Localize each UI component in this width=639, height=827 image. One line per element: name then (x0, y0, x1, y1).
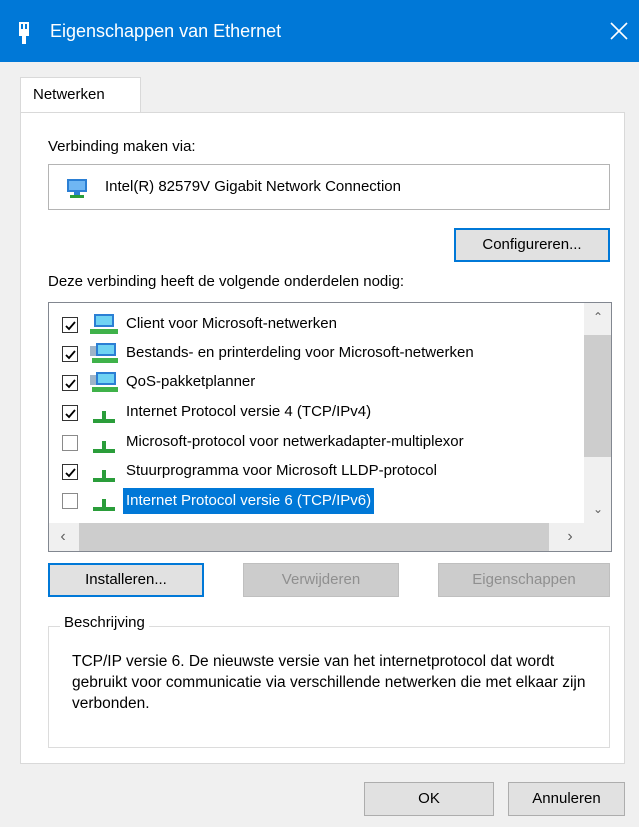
ok-button[interactable]: OK (364, 782, 494, 816)
list-item-label: Client voor Microsoft-netwerken (126, 315, 337, 332)
tab-netwerken[interactable]: Netwerken (20, 77, 141, 113)
network-service-icon (90, 343, 118, 363)
network-adapter-icon (67, 179, 87, 198)
properties-button[interactable]: Eigenschappen (438, 563, 610, 597)
scroll-left-icon[interactable]: ‹ (49, 523, 77, 551)
checkbox-unchecked[interactable] (62, 493, 78, 509)
list-item-label: Internet Protocol versie 4 (TCP/IPv4) (126, 403, 372, 420)
checkbox-checked[interactable] (62, 317, 78, 333)
list-item-label: Stuurprogramma voor Microsoft LLDP-proto… (126, 462, 437, 479)
list-item-label: Bestands- en printerdeling voor Microsof… (126, 344, 474, 361)
list-item-label-selected: Internet Protocol versie 6 (TCP/IPv6) (123, 488, 375, 514)
network-service-icon (90, 372, 118, 392)
adapter-name: Intel(R) 82579V Gigabit Network Connecti… (105, 178, 401, 195)
components-label: Deze verbinding heeft de volgende onderd… (48, 273, 405, 290)
install-button[interactable]: Installeren... (48, 563, 204, 597)
adapter-box: Intel(R) 82579V Gigabit Network Connecti… (48, 164, 610, 210)
cancel-button[interactable]: Annuleren (508, 782, 625, 816)
protocol-icon (93, 499, 115, 511)
checkbox-checked[interactable] (62, 375, 78, 391)
scroll-right-icon[interactable]: › (556, 523, 584, 551)
list-item-label: Microsoft-protocol voor netwerkadapter-m… (126, 433, 464, 450)
configure-button[interactable]: Configureren... (454, 228, 610, 262)
connect-via-label: Verbinding maken via: (48, 138, 196, 155)
checkbox-checked[interactable] (62, 464, 78, 480)
horizontal-scroll-thumb[interactable] (79, 523, 549, 551)
protocol-icon (93, 470, 115, 482)
description-title: Beschrijving (60, 614, 149, 631)
components-list[interactable]: Client voor Microsoft-netwerken Bestands… (48, 302, 612, 552)
title-bar: Eigenschappen van Ethernet (0, 0, 639, 62)
horizontal-scrollbar[interactable]: ‹ › (49, 523, 584, 551)
scrollbar-corner (584, 523, 611, 551)
list-item[interactable]: QoS-pakketplanner (49, 369, 584, 397)
list-item[interactable]: Client voor Microsoft-netwerken (49, 311, 584, 339)
checkbox-checked[interactable] (62, 346, 78, 362)
network-client-icon (90, 314, 118, 334)
protocol-icon (93, 411, 115, 423)
remove-button[interactable]: Verwijderen (243, 563, 399, 597)
scroll-down-icon[interactable]: ⌄ (584, 495, 611, 523)
checkbox-unchecked[interactable] (62, 435, 78, 451)
close-icon[interactable] (604, 16, 634, 46)
vertical-scrollbar[interactable]: ⌃ ⌄ (584, 303, 611, 523)
window-title: Eigenschappen van Ethernet (50, 21, 282, 41)
ethernet-port-icon (19, 22, 29, 44)
list-item[interactable]: Stuurprogramma voor Microsoft LLDP-proto… (49, 458, 584, 486)
description-text: TCP/IP versie 6. De nieuwste versie van … (72, 653, 586, 712)
list-item[interactable]: Internet Protocol versie 6 (TCP/IPv6) (49, 487, 584, 515)
list-item[interactable]: Microsoft-protocol voor netwerkadapter-m… (49, 429, 584, 457)
vertical-scroll-thumb[interactable] (584, 335, 611, 457)
list-item[interactable]: Bestands- en printerdeling voor Microsof… (49, 340, 584, 368)
checkbox-checked[interactable] (62, 405, 78, 421)
list-item-label: QoS-pakketplanner (126, 373, 256, 390)
protocol-icon (93, 441, 115, 453)
scroll-up-icon[interactable]: ⌃ (584, 303, 611, 331)
list-item[interactable]: Internet Protocol versie 4 (TCP/IPv4) (49, 399, 584, 427)
